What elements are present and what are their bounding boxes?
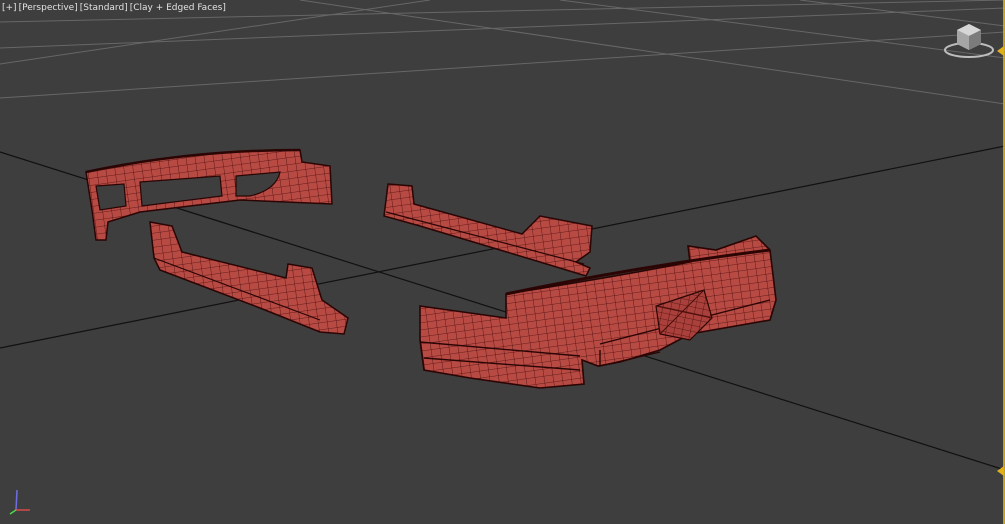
- viewport-view-button[interactable]: [Perspective]: [19, 2, 78, 15]
- viewport-label: [+] [Perspective] [Standard] [Clay + Edg…: [2, 2, 226, 15]
- side-skirt-right-mesh: [383, 183, 593, 277]
- viewport-menu-button[interactable]: [+]: [2, 2, 17, 15]
- viewcube-icon[interactable]: [943, 20, 995, 60]
- perspective-viewport[interactable]: [+] [Perspective] [Standard] [Clay + Edg…: [0, 0, 1005, 524]
- scene-canvas[interactable]: [0, 0, 1005, 524]
- grid: [0, 0, 1005, 105]
- front-bumper-mesh: [85, 148, 333, 241]
- time-slider-marker-top-icon: [997, 46, 1004, 56]
- side-skirt-left-mesh: [149, 221, 349, 335]
- viewport-shading-button[interactable]: [Clay + Edged Faces]: [130, 2, 226, 15]
- time-slider-marker-bottom-icon: [997, 466, 1004, 476]
- axis-tripod-icon: [9, 489, 30, 515]
- rear-bumper-mesh: [419, 235, 777, 389]
- viewport-mode-button[interactable]: [Standard]: [80, 2, 128, 15]
